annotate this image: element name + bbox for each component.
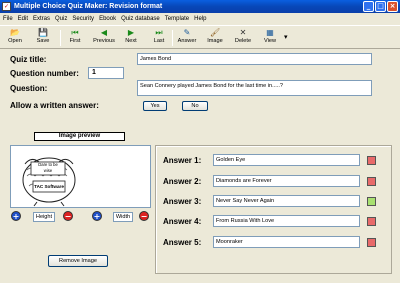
answer-1-input[interactable]: Golden Eye: [213, 154, 360, 166]
answer-3-correct-toggle[interactable]: [367, 197, 376, 206]
menu-edit[interactable]: Edit: [18, 16, 28, 22]
answer-2-correct-toggle[interactable]: [367, 177, 376, 186]
toolbar-separator: [172, 30, 173, 46]
image-icon: 🖌: [210, 28, 221, 37]
view-dropdown-arrow-icon[interactable]: ▾: [284, 33, 288, 41]
open-label: Open: [8, 38, 22, 44]
written-answer-no-button[interactable]: No: [182, 101, 208, 111]
app-icon: ✓: [2, 2, 11, 11]
owl-sign-text: Dare to be wise: [38, 162, 58, 173]
previous-label: Previous: [93, 38, 115, 44]
answer-5-correct-toggle[interactable]: [367, 238, 376, 247]
last-icon: ⏭: [155, 28, 163, 37]
next-label: Next: [125, 38, 137, 44]
answer-5-label: Answer 5:: [163, 238, 202, 247]
menu-help[interactable]: Help: [194, 16, 206, 22]
delete-icon: ✕: [239, 28, 247, 37]
next-button[interactable]: ▶ Next: [123, 28, 139, 48]
image-preview-header: Image preview: [34, 132, 125, 141]
next-icon: ▶: [127, 28, 135, 37]
owl-logo-text: TAC Software: [34, 184, 64, 189]
last-button[interactable]: ⏭ Last: [151, 28, 167, 48]
width-label: Width: [113, 212, 133, 222]
width-increase-button[interactable]: +: [92, 211, 102, 221]
height-label: Height: [33, 212, 55, 222]
question-number-label: Question number:: [10, 69, 79, 78]
menu-security[interactable]: Security: [72, 16, 94, 22]
save-button[interactable]: 💾 Save: [34, 28, 52, 48]
answer-2-input[interactable]: Diamonds are Forever: [213, 175, 360, 187]
floppy-icon: 💾: [38, 28, 48, 37]
written-answer-yes-button[interactable]: Yes: [143, 101, 167, 111]
answer-4-label: Answer 4:: [163, 217, 202, 226]
menu-quiz[interactable]: Quiz: [55, 16, 67, 22]
height-increase-button[interactable]: +: [11, 211, 21, 221]
title-bar: ✓ Multiple Choice Quiz Maker: Revision f…: [0, 0, 400, 13]
menu-file[interactable]: File: [3, 16, 13, 22]
answer-2-label: Answer 2:: [163, 177, 202, 186]
window-title: Multiple Choice Quiz Maker: Revision for…: [14, 3, 163, 10]
view-icon: ▦: [266, 28, 274, 37]
answer-3-input[interactable]: Never Say Never Again: [213, 195, 360, 207]
save-label: Save: [36, 38, 50, 44]
quiz-title-input[interactable]: James Bond: [137, 53, 372, 65]
question-input[interactable]: Sean Connery played James Bond for the l…: [137, 80, 372, 96]
previous-icon: ◀: [100, 28, 108, 37]
image-preview-panel: Dare to be wise TAC Software: [10, 145, 151, 208]
quiz-title-label: Quiz title:: [10, 55, 47, 64]
minimize-button[interactable]: _: [363, 1, 374, 12]
view-label: View: [263, 38, 277, 44]
written-answer-label: Allow a written answer:: [10, 101, 99, 110]
menu-ebook[interactable]: Ebook: [99, 16, 116, 22]
previous-button[interactable]: ◀ Previous: [92, 28, 116, 48]
image-label: Image: [207, 38, 223, 44]
answer-icon: ✎: [183, 28, 191, 37]
close-button[interactable]: ×: [387, 1, 398, 12]
answer-4-correct-toggle[interactable]: [367, 217, 376, 226]
first-label: First: [69, 38, 81, 44]
question-number-field: 1: [88, 67, 124, 79]
menu-quiz-database[interactable]: Quiz database: [121, 16, 160, 22]
answer-1-label: Answer 1:: [163, 156, 202, 165]
image-button[interactable]: 🖌 Image: [205, 28, 225, 48]
maximize-button[interactable]: □: [375, 1, 386, 12]
width-decrease-button[interactable]: −: [139, 211, 149, 221]
open-button[interactable]: 📂 Open: [6, 28, 24, 48]
answer-5-input[interactable]: Moonraker: [213, 236, 360, 248]
answer-4-input[interactable]: From Russia With Love: [213, 215, 360, 227]
delete-label: Delete: [234, 38, 252, 44]
toolbar: 📂 Open 💾 Save ⏮ First ◀ Previous ▶ Next …: [0, 25, 400, 49]
first-icon: ⏮: [71, 28, 79, 37]
menu-extras[interactable]: Extras: [33, 16, 50, 22]
menu-template[interactable]: Template: [165, 16, 189, 22]
folder-icon: 📂: [10, 28, 20, 37]
remove-image-button[interactable]: Remove Image: [48, 255, 108, 267]
answer-label: Answer: [177, 38, 197, 44]
menu-bar: File Edit Extras Quiz Security Ebook Qui…: [0, 13, 400, 24]
answer-3-label: Answer 3:: [163, 197, 202, 206]
view-button[interactable]: ▦ View: [262, 28, 278, 48]
question-label: Question:: [10, 84, 48, 93]
toolbar-separator: [60, 30, 61, 46]
height-decrease-button[interactable]: −: [63, 211, 73, 221]
last-label: Last: [153, 38, 165, 44]
answer-button[interactable]: ✎ Answer: [176, 28, 198, 48]
delete-button[interactable]: ✕ Delete: [233, 28, 253, 48]
answer-1-correct-toggle[interactable]: [367, 156, 376, 165]
owl-logo-image: [22, 157, 76, 207]
first-button[interactable]: ⏮ First: [66, 28, 84, 48]
